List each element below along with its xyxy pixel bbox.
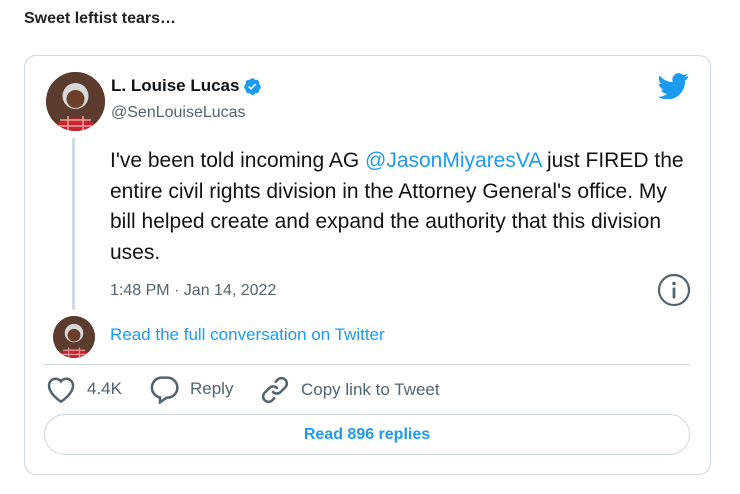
info-icon[interactable] [657, 273, 691, 307]
copy-link-label: Copy link to Tweet [301, 380, 440, 399]
author-name-text[interactable]: L. Louise Lucas [111, 76, 239, 96]
reply-label: Reply [190, 379, 234, 398]
tweet-text-start: I've been told incoming AG [110, 149, 365, 172]
conversation-avatar[interactable] [53, 316, 95, 358]
tweet-text: I've been told incoming AG @JasonMiyares… [110, 146, 690, 268]
reply-bubble-icon [150, 376, 179, 404]
divider [44, 364, 690, 365]
copy-link-button[interactable]: Copy link to Tweet [259, 374, 440, 406]
tweet-timestamp[interactable]: 1:48 PM · Jan 14, 2022 [110, 282, 276, 300]
like-count: 4.4K [87, 379, 122, 398]
author-handle[interactable]: @SenLouiseLucas [111, 104, 246, 122]
heart-icon [47, 377, 75, 404]
link-icon [261, 376, 289, 404]
reply-button[interactable]: Reply [148, 374, 233, 404]
read-conversation-link[interactable]: Read the full conversation on Twitter [110, 325, 385, 345]
thread-line [72, 138, 75, 310]
mention-link[interactable]: @JasonMiyaresVA [365, 149, 541, 172]
twitter-bird-icon[interactable] [657, 73, 689, 100]
verified-badge-icon [243, 77, 262, 96]
author-name[interactable]: L. Louise Lucas [111, 76, 262, 96]
author-avatar[interactable] [46, 72, 105, 131]
read-replies-button[interactable]: Read 896 replies [44, 414, 690, 455]
post-title: Sweet leftist tears… [24, 10, 177, 27]
embedded-tweet-card: L. Louise Lucas @SenLouiseLucas I've bee… [24, 55, 711, 475]
like-button[interactable]: 4.4K [45, 374, 122, 404]
